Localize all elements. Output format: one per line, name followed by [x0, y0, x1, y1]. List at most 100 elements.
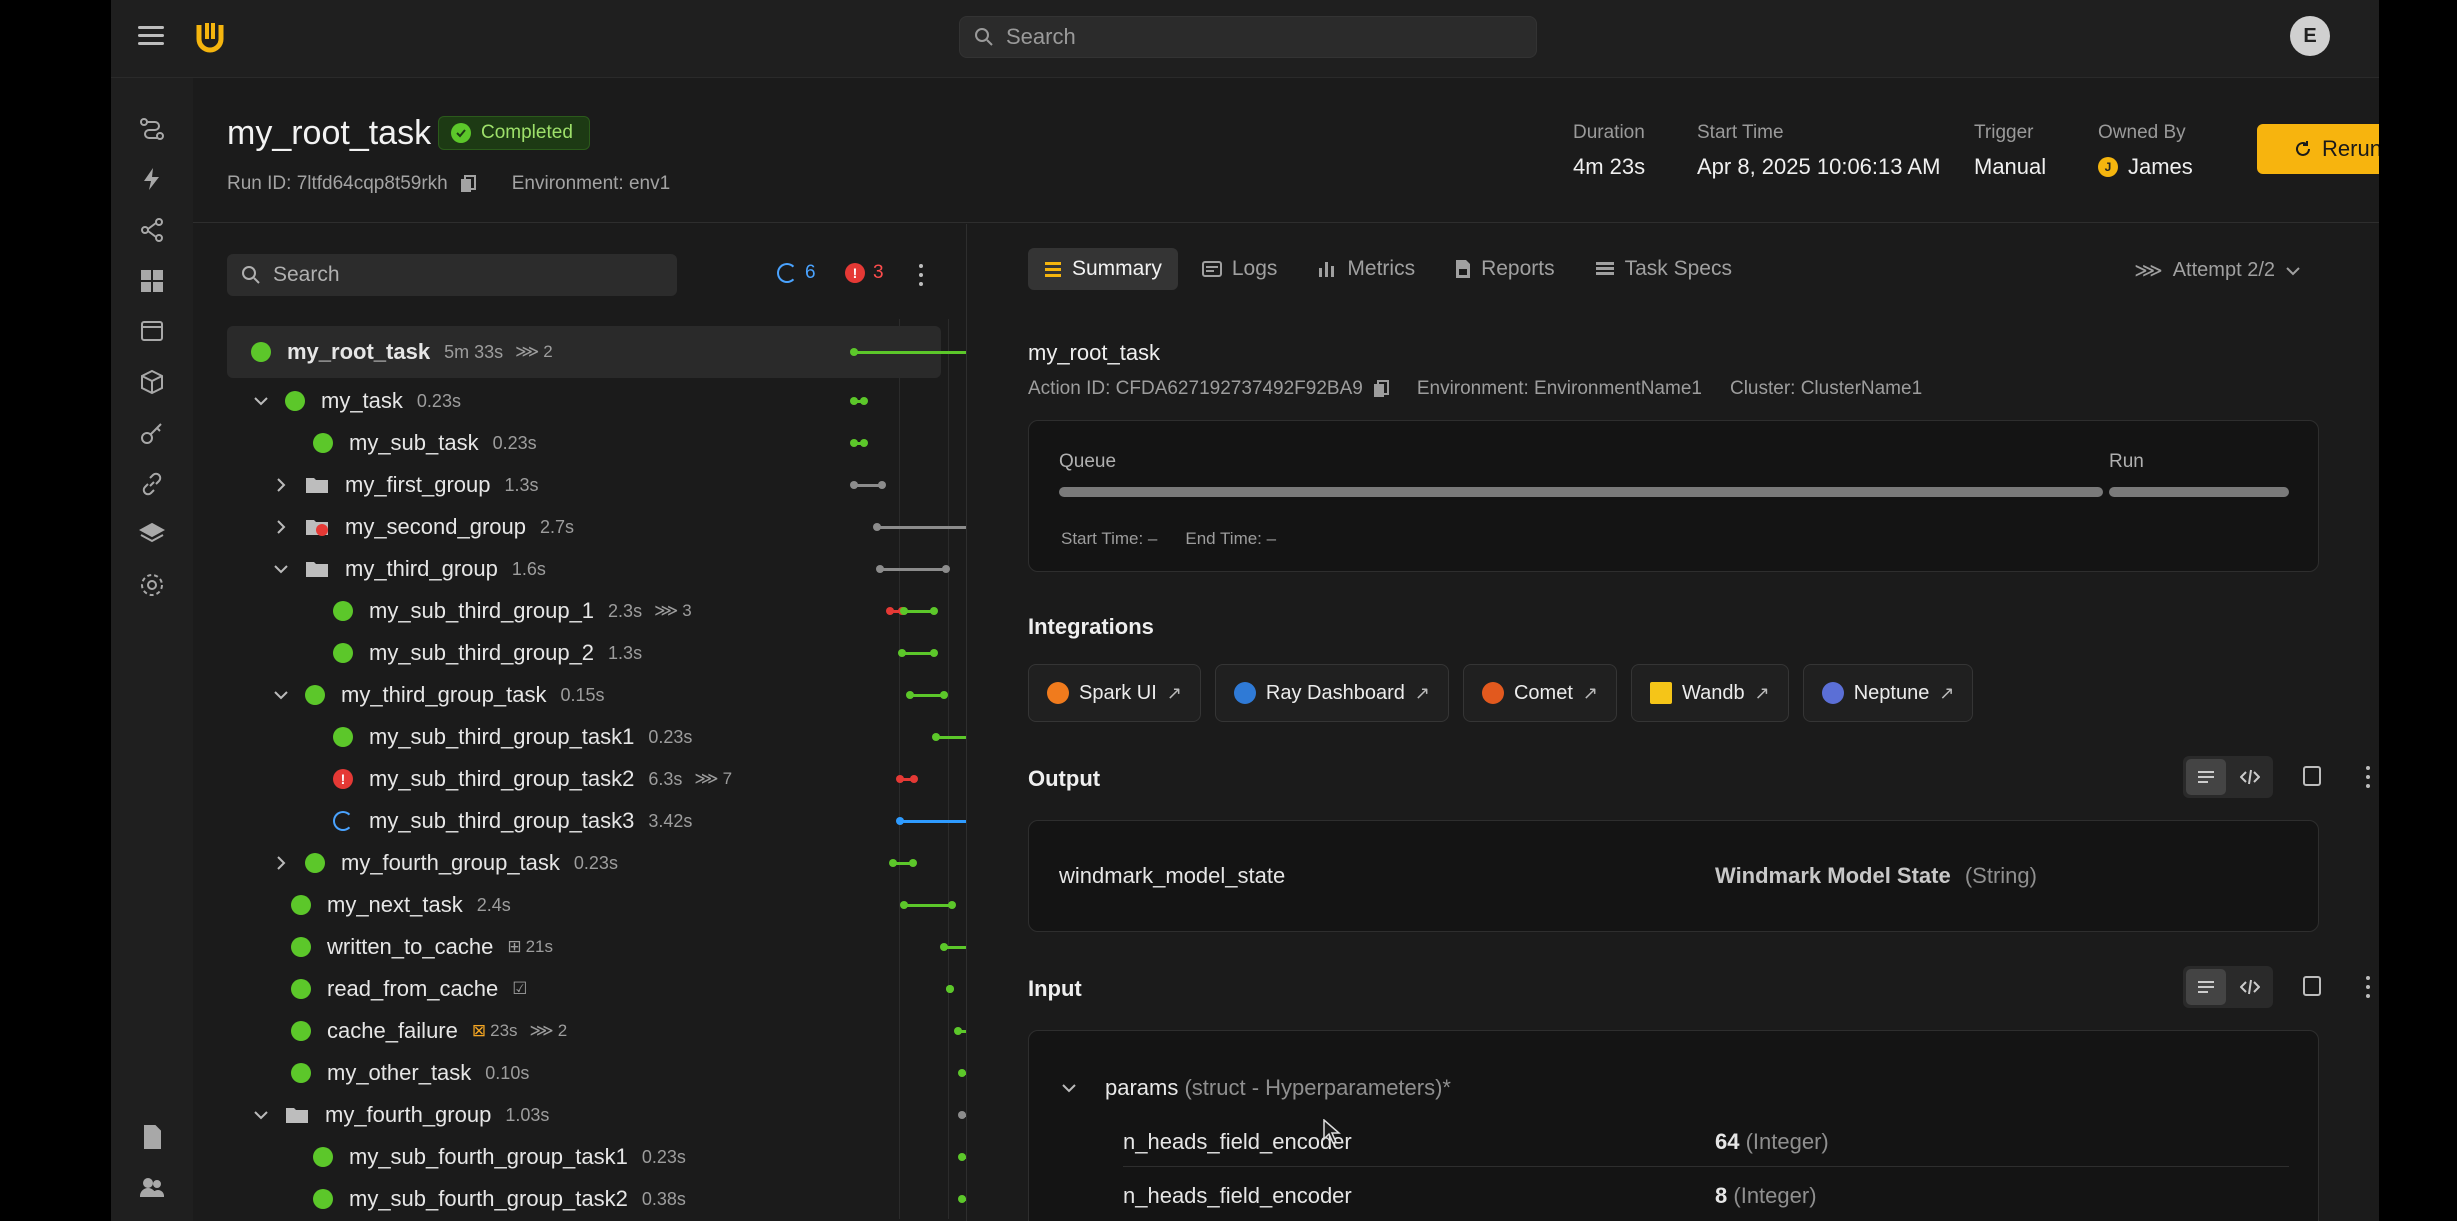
- document-icon[interactable]: [137, 1122, 167, 1152]
- detail-tabs: Summary Logs Metrics Reports Task Specs: [1028, 248, 1748, 290]
- workflow-icon[interactable]: [137, 114, 167, 144]
- task-row[interactable]: my_sub_third_group_task1 0.23s: [227, 716, 941, 758]
- success-icon: [305, 685, 325, 705]
- chevron-right-icon[interactable]: [271, 475, 291, 495]
- integration-ray-dashboard[interactable]: Ray Dashboard ↗: [1214, 664, 1449, 722]
- task-row[interactable]: my_other_task 0.10s: [227, 1052, 941, 1094]
- task-row[interactable]: read_from_cache ☑: [227, 968, 941, 1010]
- user-avatar[interactable]: E: [2290, 16, 2330, 56]
- more-options-icon[interactable]: [2365, 976, 2371, 998]
- task-row[interactable]: my_sub_task 0.23s: [227, 422, 941, 464]
- task-row[interactable]: my_sub_third_group_1 2.3s ⋙ 3: [227, 590, 941, 632]
- copy-icon[interactable]: [2303, 976, 2321, 996]
- task-row[interactable]: my_next_task 2.4s: [227, 884, 941, 926]
- cube-icon[interactable]: [137, 367, 167, 397]
- chevron-down-icon[interactable]: [251, 1105, 271, 1125]
- task-row[interactable]: ! my_sub_third_group_task2 6.3s ⋙ 7: [227, 758, 941, 800]
- integration-comet[interactable]: Comet ↗: [1462, 664, 1617, 722]
- task-row[interactable]: my_third_group 1.6s: [227, 548, 941, 590]
- more-options-icon[interactable]: [2365, 766, 2371, 788]
- params-header[interactable]: params (struct - Hyperparameters)*: [1061, 1075, 1451, 1101]
- start-time: Start Time: –: [1061, 529, 1158, 548]
- chevron-down-icon[interactable]: [251, 391, 271, 411]
- chevron-down-icon[interactable]: [271, 559, 291, 579]
- spinner-icon: [333, 811, 353, 831]
- top-bar: Search E: [111, 0, 2379, 78]
- chevron-down-icon[interactable]: [271, 685, 291, 705]
- tab-summary[interactable]: Summary: [1028, 248, 1178, 290]
- text-view-icon[interactable]: [2186, 759, 2226, 795]
- timeline-bar: [898, 649, 938, 657]
- task-row[interactable]: my_second_group 2.7s: [227, 506, 941, 548]
- task-row-root[interactable]: my_root_task 5m 33s ⋙ 2: [227, 326, 941, 378]
- attempt-selector[interactable]: ⋙ Attempt 2/2: [2134, 258, 2301, 283]
- task-row[interactable]: my_sub_fourth_group_task2 0.38s: [227, 1178, 941, 1220]
- users-icon[interactable]: [137, 1172, 167, 1202]
- task-name: my_sub_third_group_task1: [369, 724, 635, 749]
- task-row[interactable]: my_sub_third_group_2 1.3s: [227, 632, 941, 674]
- error-icon: !: [333, 769, 353, 789]
- end-time: End Time: –: [1185, 529, 1277, 548]
- run-bar: [2109, 487, 2289, 497]
- integration-wandb[interactable]: Wandb ↗: [1630, 664, 1789, 722]
- task-row[interactable]: my_first_group 1.3s: [227, 464, 941, 506]
- trigger-label: Trigger: [1974, 122, 2034, 143]
- rerun-button[interactable]: Rerun: [2257, 124, 2379, 174]
- copy-icon[interactable]: [2303, 766, 2321, 786]
- success-icon: [313, 433, 333, 453]
- task-row[interactable]: my_task 0.23s: [227, 380, 941, 422]
- lightning-icon[interactable]: [137, 164, 167, 194]
- window-icon[interactable]: [137, 316, 167, 346]
- running-count-filter[interactable]: 6: [777, 262, 816, 284]
- error-count-filter[interactable]: ! 3: [845, 262, 884, 284]
- code-view-icon[interactable]: [2230, 969, 2270, 1005]
- settings-icon[interactable]: [137, 570, 167, 600]
- menu-icon[interactable]: [138, 26, 164, 46]
- chevron-right-icon[interactable]: [271, 853, 291, 873]
- tab-task-specs[interactable]: Task Specs: [1579, 248, 1748, 290]
- integration-label: Spark UI: [1079, 681, 1157, 704]
- task-row[interactable]: my_fourth_group_task 0.23s: [227, 842, 941, 884]
- code-view-icon[interactable]: [2230, 759, 2270, 795]
- key-icon[interactable]: [137, 418, 167, 448]
- link-icon[interactable]: [137, 469, 167, 499]
- chevron-down-icon[interactable]: [1061, 1083, 1077, 1093]
- layers-icon[interactable]: [137, 519, 167, 549]
- view-toggle[interactable]: [2183, 756, 2273, 798]
- task-search-input[interactable]: Search: [227, 254, 677, 296]
- tab-logs[interactable]: Logs: [1186, 248, 1294, 290]
- global-search-input[interactable]: Search: [959, 16, 1537, 58]
- run-label: Run: [2109, 451, 2144, 472]
- task-row[interactable]: my_sub_third_group_task3 3.42s: [227, 800, 941, 842]
- chevron-right-icon[interactable]: [271, 517, 291, 537]
- task-row[interactable]: written_to_cache ⊞ 21s: [227, 926, 941, 968]
- view-toggle[interactable]: [2183, 966, 2273, 1008]
- more-options-icon[interactable]: [918, 264, 924, 286]
- text-view-icon[interactable]: [2186, 969, 2226, 1005]
- tab-reports[interactable]: Reports: [1439, 248, 1571, 290]
- mouse-cursor-icon: [1323, 1119, 1341, 1144]
- copy-icon[interactable]: [460, 175, 476, 193]
- success-icon: [291, 937, 311, 957]
- copy-icon[interactable]: [1373, 380, 1389, 398]
- app-logo[interactable]: [193, 19, 227, 53]
- task-row[interactable]: my_third_group_task 0.15s: [227, 674, 941, 716]
- input-value-type: (Integer): [1733, 1183, 1817, 1208]
- task-row[interactable]: my_sub_fourth_group_task1 0.23s: [227, 1136, 941, 1178]
- tab-metrics[interactable]: Metrics: [1301, 248, 1431, 290]
- attempts-count: 3: [682, 601, 692, 620]
- start-time-meta: Start Time Apr 8, 2025 10:06:13 AM: [1697, 122, 1940, 180]
- input-value: 8 (Integer): [1715, 1183, 1817, 1209]
- integration-neptune[interactable]: Neptune ↗: [1802, 664, 1974, 722]
- task-name: my_root_task: [287, 339, 431, 364]
- check-circle-icon: [451, 123, 471, 143]
- task-tree-panel: Search 6 ! 3 my_root_task 5m 33s ⋙ 2 my_t…: [193, 224, 967, 1221]
- attempts-count: 2: [543, 342, 553, 361]
- share-icon[interactable]: [137, 215, 167, 245]
- task-row[interactable]: cache_failure ⊠ 23s ⋙ 2: [227, 1010, 941, 1052]
- integration-spark-ui[interactable]: Spark UI ↗: [1028, 664, 1201, 722]
- task-row[interactable]: my_fourth_group 1.03s: [227, 1094, 941, 1136]
- task-duration: 6.3s: [648, 768, 683, 789]
- dashboard-icon[interactable]: [137, 266, 167, 296]
- timeline-bar: [958, 1195, 966, 1203]
